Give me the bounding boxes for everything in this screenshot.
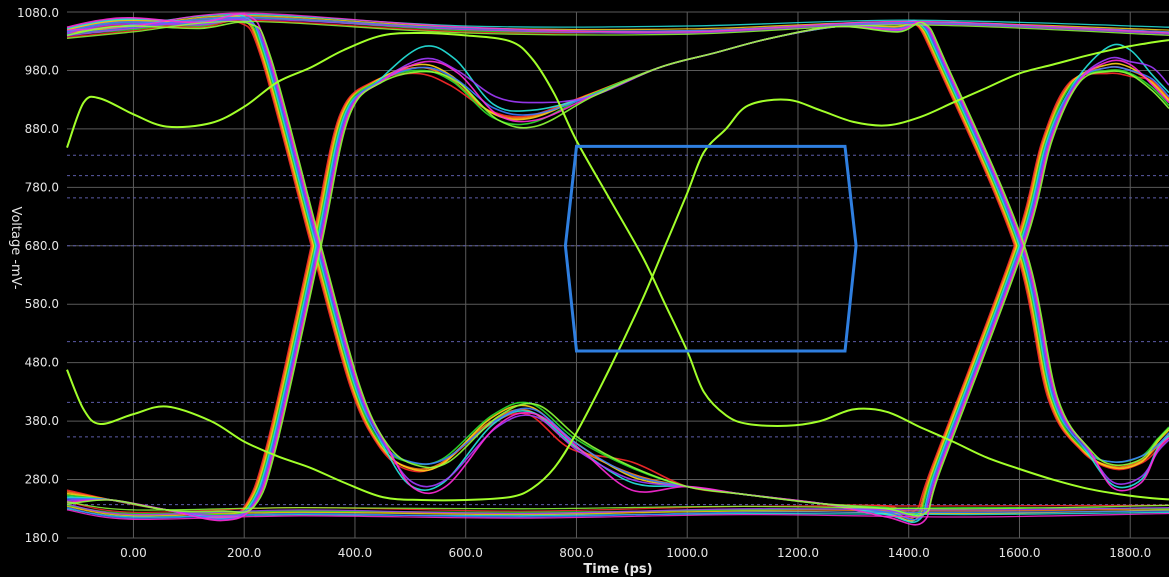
x-tick-label-8: 1600.0 (998, 546, 1040, 560)
eye-diagram-chart: 0.00 200.0 400.0 600.0 800.0 1000.0 1200.0 1400… (8, 6, 1169, 577)
x-tick-label-9: 1800.0 (1109, 546, 1151, 560)
x-tick-label-1: 200.0 (227, 546, 261, 560)
y-tick-label-5: 680.0 (25, 239, 59, 253)
x-tick-label-6: 1200.0 (777, 546, 819, 560)
x-tick-label-0: 0.00 (120, 546, 147, 560)
x-tick-label-3: 600.0 (449, 546, 483, 560)
y-tick-label-2: 380.0 (25, 414, 59, 428)
x-axis-ticks: 0.00 200.0 400.0 600.0 800.0 1000.0 1200.0 1400… (120, 546, 1151, 560)
y-tick-label-3: 480.0 (25, 356, 59, 370)
y-tick-label-8: 980.0 (25, 63, 59, 77)
y-tick-label-0: 180.0 (25, 531, 59, 545)
y-tick-label-6: 780.0 (25, 180, 59, 194)
x-tick-label-5: 1000.0 (666, 546, 708, 560)
y-tick-label-7: 880.0 (25, 122, 59, 136)
x-tick-label-4: 800.0 (559, 546, 593, 560)
y-axis-title: Voltage -mV- (8, 206, 23, 289)
x-tick-label-2: 400.0 (338, 546, 372, 560)
y-tick-label-9: 1080.0 (17, 6, 59, 20)
x-axis-title: Time (ps) (583, 562, 652, 577)
x-tick-label-7: 1400.0 (888, 546, 930, 560)
y-tick-label-1: 280.0 (25, 473, 59, 487)
y-tick-label-4: 580.0 (25, 297, 59, 311)
